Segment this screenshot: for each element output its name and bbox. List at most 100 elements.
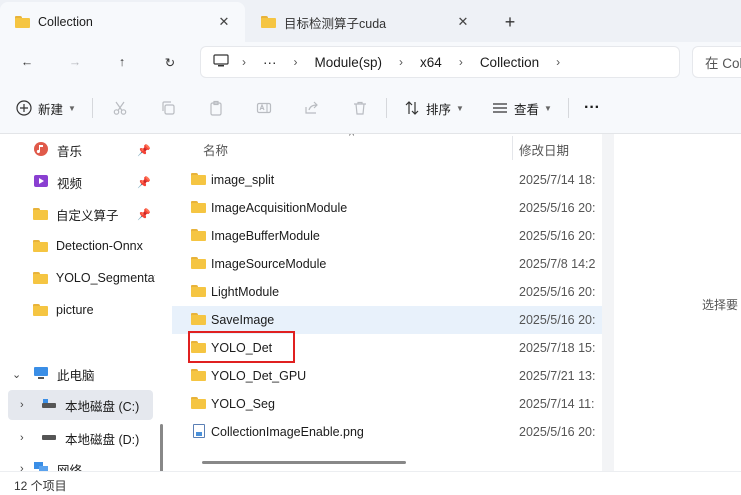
file-date: 2025/7/14 11: [519, 397, 595, 411]
nav-item-label: 本地磁盘 (D:) [65, 432, 140, 447]
chevron-right-icon[interactable]: › [20, 432, 24, 444]
nav-item-music[interactable]: 音乐 📌 [0, 135, 155, 165]
file-row[interactable]: ImageSourceModule 2025/7/8 14:2 [172, 250, 602, 278]
file-row[interactable]: ImageAcquisitionModule 2025/5/16 20: [172, 194, 602, 222]
file-name: ImageBufferModule [211, 229, 320, 243]
chevron-down-icon[interactable]: ⌄ [12, 368, 21, 381]
tab-cuda[interactable]: 目标检测算子cuda ✕ [246, 2, 484, 42]
divider [568, 98, 569, 118]
folder-icon [191, 313, 206, 325]
chevron-right-icon[interactable]: › [20, 463, 24, 471]
pin-icon: 📌 [137, 144, 151, 157]
file-row[interactable]: ImageBufferModule 2025/5/16 20: [172, 222, 602, 250]
tab-strip: Collection ✕ 目标检测算子cuda ✕ + [0, 0, 741, 42]
nav-item-label: YOLO_Segmentation [55, 271, 155, 285]
tab-title: Collection [38, 15, 93, 29]
file-date: 2025/5/16 20: [519, 285, 596, 299]
file-row[interactable]: SaveImage 2025/5/16 20: [172, 306, 602, 334]
forward-button[interactable]: → [60, 48, 90, 76]
file-row[interactable]: image_split 2025/7/14 18: [172, 166, 602, 194]
navigation-scrollbar[interactable] [160, 424, 163, 471]
folder-icon [33, 304, 48, 316]
file-row[interactable]: CollectionImageEnable.png 2025/5/16 20: [172, 418, 602, 446]
nav-item-network[interactable]: › 网络 [0, 454, 155, 471]
column-header-name[interactable]: 名称 [203, 140, 228, 159]
file-name: YOLO_Det [211, 341, 273, 355]
divider [386, 98, 387, 118]
folder-icon [15, 16, 30, 28]
file-date: 2025/5/16 20: [519, 229, 596, 243]
folder-icon [191, 257, 206, 269]
sort-button[interactable]: 排序 ▼ [404, 96, 464, 120]
folder-icon [191, 229, 206, 241]
column-header-date[interactable]: 修改日期 [519, 140, 569, 159]
file-name: ImageSourceModule [211, 257, 327, 271]
file-date: 2025/7/14 18: [519, 173, 596, 187]
new-label: 新建 [38, 102, 64, 117]
share-button[interactable] [304, 96, 320, 120]
nav-item-drive-d[interactable]: › 本地磁盘 (D:) [0, 423, 155, 453]
file-list: ^ 名称 修改日期 image_split 2025/7/14 18: Imag… [172, 134, 602, 471]
chevron-right-icon: › [242, 55, 246, 69]
close-icon[interactable]: ✕ [452, 11, 474, 33]
scissors-icon [113, 101, 127, 115]
breadcrumb-item[interactable]: x64 [420, 55, 442, 70]
share-icon [305, 101, 318, 114]
view-button[interactable]: 查看 ▼ [492, 96, 552, 120]
file-row[interactable]: YOLO_Det 2025/7/18 15: [172, 334, 602, 362]
sort-label: 排序 [426, 102, 452, 117]
folder-icon [191, 173, 206, 185]
folder-icon [191, 201, 206, 213]
horizontal-scrollbar[interactable] [202, 461, 406, 464]
music-icon [33, 141, 49, 160]
breadcrumb-item[interactable]: Module(sp) [315, 55, 383, 70]
cut-button[interactable] [112, 96, 128, 120]
chevron-right-icon[interactable]: › [20, 399, 24, 411]
breadcrumb-item[interactable]: Collection [480, 55, 539, 70]
nav-item-detection-onnx[interactable]: Detection-Onnx [0, 231, 155, 261]
nav-item-label: 本地磁盘 (C:) [65, 399, 140, 414]
column-header-row: ^ 名称 修改日期 [172, 134, 602, 162]
copy-button[interactable] [160, 96, 176, 120]
close-icon[interactable]: ✕ [213, 11, 235, 33]
chevron-down-icon: ▼ [544, 103, 552, 113]
chevron-right-icon[interactable]: › [556, 55, 560, 69]
pin-icon: 📌 [137, 176, 151, 189]
sort-ascending-icon: ^ [349, 134, 355, 142]
more-options-button[interactable]: ··· [584, 96, 600, 120]
video-icon [33, 173, 49, 192]
file-row[interactable]: YOLO_Det_GPU 2025/7/21 13: [172, 362, 602, 390]
nav-item-label: picture [56, 303, 94, 317]
folder-icon [191, 397, 206, 409]
file-row[interactable]: LightModule 2025/5/16 20: [172, 278, 602, 306]
tab-collection[interactable]: Collection ✕ [0, 2, 245, 42]
nav-item-drive-c[interactable]: › 本地磁盘 (C:) [8, 390, 153, 420]
search-input[interactable]: 在 Collection 中搜索 [692, 46, 741, 78]
folder-icon [191, 285, 206, 297]
chevron-down-icon: ▼ [68, 103, 76, 113]
up-button[interactable]: ↑ [107, 48, 137, 76]
paste-button[interactable] [208, 96, 224, 120]
status-bar: 12 个项目 [0, 471, 741, 495]
nav-item-picture[interactable]: picture [0, 295, 155, 325]
new-tab-button[interactable]: + [498, 10, 522, 34]
file-row[interactable]: YOLO_Seg 2025/7/14 11: [172, 390, 602, 418]
rename-button[interactable] [256, 96, 272, 120]
nav-item-custom-operator[interactable]: 自定义算子 📌 [0, 199, 155, 229]
sort-icon [405, 101, 419, 115]
folder-icon [191, 341, 206, 353]
delete-button[interactable] [352, 96, 368, 120]
file-date: 2025/7/8 14:2 [519, 257, 596, 271]
vertical-scrollbar-track[interactable] [602, 134, 614, 471]
nav-item-yolo-segmentation[interactable]: YOLO_Segmentation [0, 263, 155, 293]
refresh-button[interactable]: ↻ [155, 48, 185, 76]
nav-item-this-pc[interactable]: ⌄ 此电脑 [0, 359, 155, 389]
nav-item-video[interactable]: 视频 📌 [0, 167, 155, 197]
column-divider[interactable] [512, 136, 513, 160]
back-button[interactable]: ← [12, 48, 42, 76]
file-name: YOLO_Det_GPU [211, 369, 307, 383]
new-button[interactable]: 新建 ▼ [16, 96, 76, 120]
more-crumbs-icon[interactable]: ··· [263, 55, 277, 70]
view-label: 查看 [514, 102, 540, 117]
address-bar[interactable]: › ··· › Module(sp) › x64 › Collection › [200, 46, 680, 78]
